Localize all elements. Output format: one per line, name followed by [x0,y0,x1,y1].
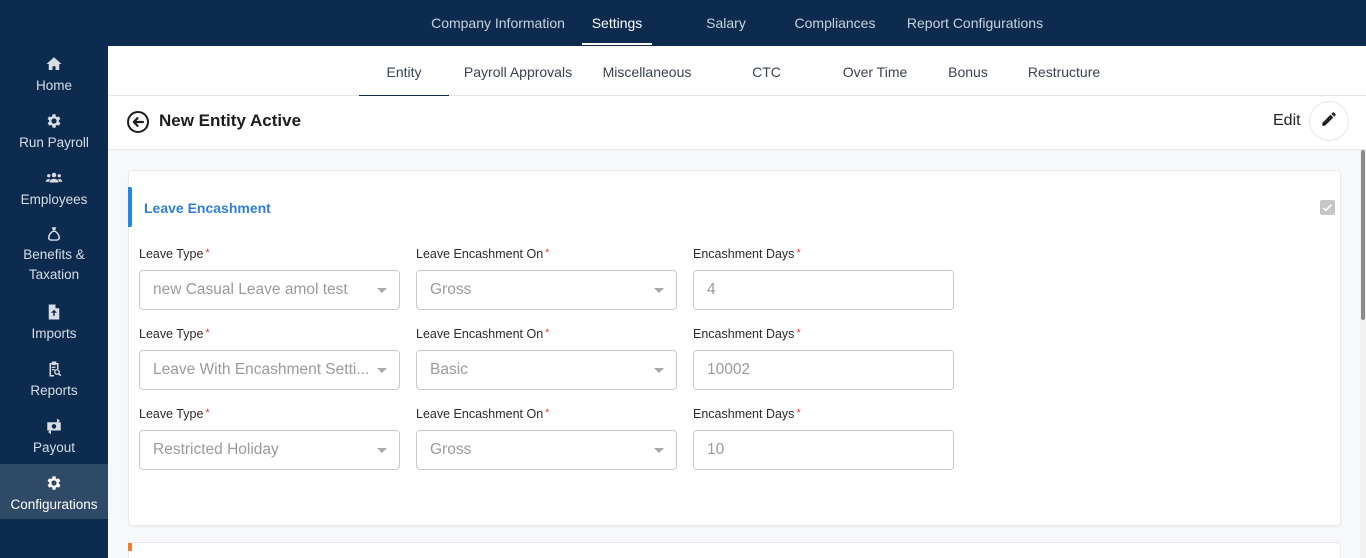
sidebar-item-payout[interactable]: Payout [0,410,108,464]
leave-encashment-card: Leave Encashment Leave Type * new Casual … [128,170,1341,526]
encashment-days-input[interactable]: 10002 [693,350,954,390]
encashment-days-label: Encashment Days * [693,407,801,421]
dropdown-caret-icon [377,448,387,453]
required-mark: * [796,407,801,419]
leave-type-select[interactable]: Restricted Holiday [139,430,400,470]
money-bag-icon [44,225,64,243]
encashment-on-select[interactable]: Basic [416,350,677,390]
tab-salary-setup[interactable]: Salary Setup [686,0,766,77]
required-mark: * [205,407,210,419]
sidebar-item-run-payroll[interactable]: Run Payroll [0,105,108,159]
encashment-days-label: Encashment Days * [693,247,801,261]
report-search-icon [44,359,64,379]
sub-navigation: Entity Payroll Approvals Miscellaneous C… [108,46,1366,132]
dropdown-caret-icon [377,288,387,293]
required-mark: * [545,247,550,259]
encashment-days-input[interactable]: 10 [693,430,954,470]
page-title: New Entity Active [159,111,302,130]
sidebar-item-label: Employees [20,192,88,207]
users-icon [44,168,64,188]
subtab-miscellaneous[interactable]: Miscellaneous [602,46,692,96]
dropdown-caret-icon [654,288,664,293]
card-accent-bar [128,187,132,227]
sidebar-item-imports[interactable]: Imports [0,296,108,350]
gear-icon [44,473,64,493]
required-mark: * [796,327,801,339]
sidebar-item-reports[interactable]: Reports [0,353,108,407]
sidebar-item-configurations[interactable]: Configurations [0,464,108,519]
next-section-card [128,542,1341,558]
money-transfer-icon [44,416,64,436]
tab-company-information[interactable]: Company Information [430,0,566,46]
leave-type-select[interactable]: new Casual Leave amol test [139,270,400,310]
sidebar-item-benefits-taxation[interactable]: Benefits & Taxation [0,219,108,285]
page-header: New Entity Active Edit [108,96,1366,150]
subtab-payroll-approvals[interactable]: Payroll Approvals [463,46,573,96]
vertical-scrollbar[interactable] [1360,150,1366,558]
sidebar-item-label: Imports [31,326,77,341]
required-mark: * [796,247,801,259]
tab-report-configurations[interactable]: Report Configurations [905,0,1045,46]
card-accent-bar [128,543,132,551]
leave-type-label: Leave Type * [139,327,210,341]
encashment-on-label: Leave Encashment On * [416,327,550,341]
top-navigation: Company Information Settings Salary Setu… [108,0,1366,77]
enabled-checkbox[interactable] [1320,200,1335,215]
gear-icon [44,111,64,131]
file-upload-icon [44,302,64,322]
subtab-ctc-approvals[interactable]: CTC Approvals [720,46,813,132]
sidebar-item-label: Home [35,78,72,93]
sidebar-item-employees[interactable]: Employees [0,162,108,216]
check-icon [1322,204,1333,212]
subtab-over-time[interactable]: Over Time [841,46,909,96]
sidebar-item-label: Configurations [10,497,98,512]
required-mark: * [205,247,210,259]
required-mark: * [545,407,550,419]
subtab-entity[interactable]: Entity [359,46,449,97]
dropdown-caret-icon [377,368,387,373]
encashment-on-select[interactable]: Gross [416,430,677,470]
tab-settings[interactable]: Settings [582,0,652,46]
sidebar-item-home[interactable]: Home [0,48,108,102]
back-arrow-icon[interactable] [126,110,150,134]
encashment-on-label: Leave Encashment On * [416,407,550,421]
subtab-restructure[interactable]: Restructure [1027,46,1101,96]
dropdown-caret-icon [654,448,664,453]
pencil-icon [1320,110,1338,133]
encashment-days-input[interactable]: 4 [693,270,954,310]
tab-compliances[interactable]: Compliances [794,0,876,46]
encashment-days-label: Encashment Days * [693,327,801,341]
home-icon [44,54,64,74]
scrollbar-thumb[interactable] [1361,150,1365,320]
encashment-on-select[interactable]: Gross [416,270,677,310]
encashment-on-label: Leave Encashment On * [416,247,550,261]
sidebar-item-label: Run Payroll [19,135,89,150]
leave-type-label: Leave Type * [139,407,210,421]
sidebar: Home Run Payroll Employees Benefits & Tax… [0,0,108,558]
required-mark: * [205,327,210,339]
edit-button[interactable] [1309,101,1349,141]
dropdown-caret-icon [654,368,664,373]
leave-type-select[interactable]: Leave With Encashment Setti... [139,350,400,390]
required-mark: * [545,327,550,339]
edit-label[interactable]: Edit [1273,112,1301,130]
sidebar-item-label: Payout [32,440,76,455]
card-title: Leave Encashment [144,200,271,216]
sidebar-item-label: Benefits & Taxation [23,247,85,282]
sidebar-item-label: Reports [30,383,78,398]
subtab-bonus[interactable]: Bonus [946,46,990,96]
leave-type-label: Leave Type * [139,247,210,261]
